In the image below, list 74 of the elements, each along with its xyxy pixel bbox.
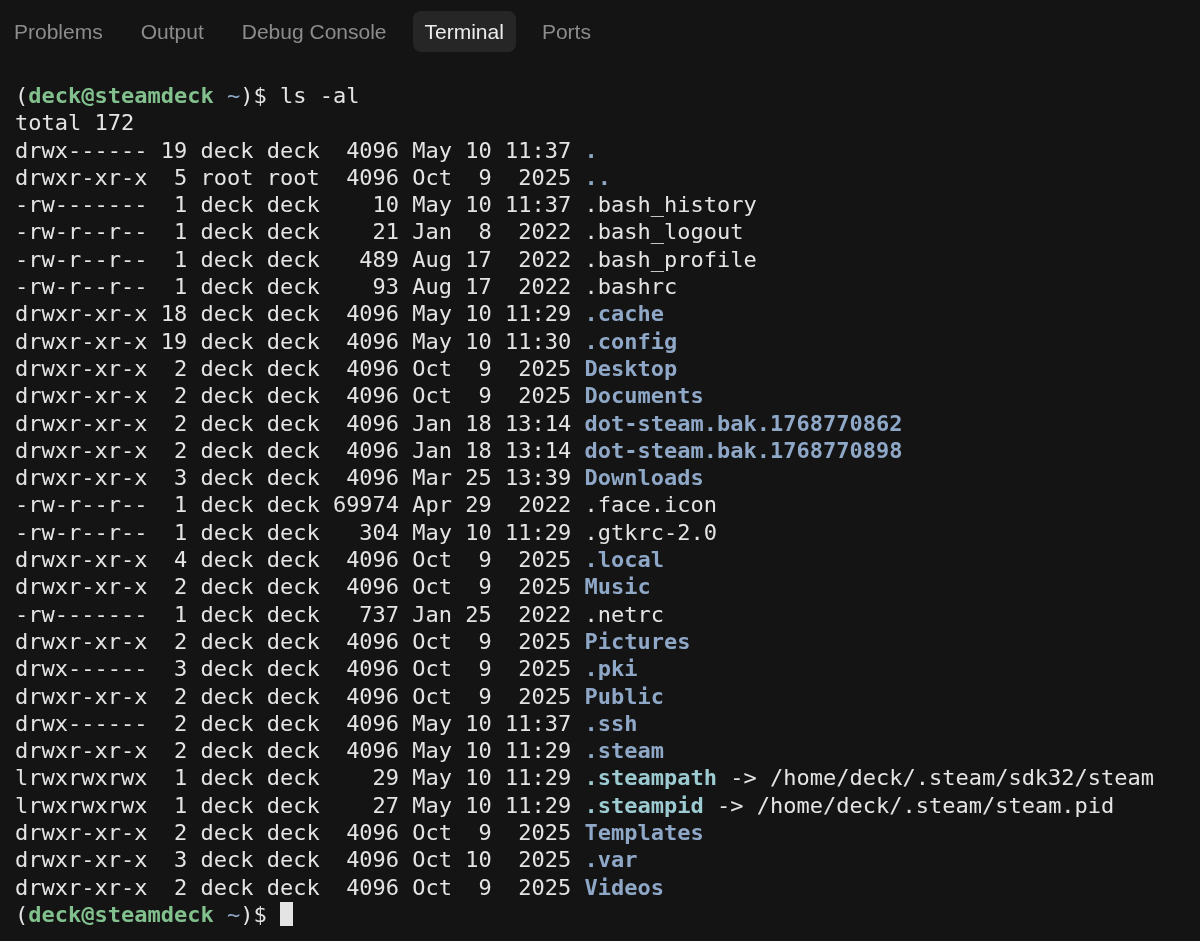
- file-details: drwxr-xr-x 18 deck deck 4096 May 10 11:29: [15, 301, 572, 327]
- file-name: Music: [584, 574, 651, 600]
- file-name: .bash_profile: [584, 246, 757, 272]
- total-line: total 172: [15, 110, 135, 136]
- file-details: drwxr-xr-x 19 deck deck 4096 May 10 11:30: [15, 328, 572, 354]
- prompt-paren: (: [15, 83, 29, 108]
- file-name: .: [584, 137, 598, 163]
- file-name: .local: [584, 547, 665, 573]
- file-details: drwxr-xr-x 2 deck deck 4096 Jan 18 13:14: [15, 437, 572, 463]
- file-name: Pictures: [584, 628, 691, 654]
- text-cursor: [279, 901, 293, 926]
- prompt-directory: ~: [226, 83, 241, 108]
- link-target: -> /home/deck/.steam/sdk32/steam: [730, 765, 1155, 791]
- prompt-user-host: deck@steamdeck: [28, 83, 214, 108]
- prompt-paren: (: [15, 901, 29, 927]
- prompt-symbol: )$: [240, 83, 267, 108]
- file-name: Videos: [584, 874, 665, 900]
- file-name: .steampath: [584, 765, 717, 791]
- file-name: .ssh: [584, 710, 638, 736]
- file-name: .bash_logout: [584, 219, 744, 245]
- file-details: -rw-r--r-- 1 deck deck 93 Aug 17 2022: [15, 274, 572, 300]
- prompt-directory: ~: [226, 901, 241, 927]
- file-details: drwxr-xr-x 2 deck deck 4096 Oct 9 2025: [15, 628, 572, 654]
- file-details: drwx------ 2 deck deck 4096 May 10 11:37: [15, 710, 572, 736]
- file-details: -rw-r--r-- 1 deck deck 489 Aug 17 2022: [15, 246, 572, 272]
- file-details: drwxr-xr-x 2 deck deck 4096 Oct 9 2025: [15, 574, 572, 600]
- panel-tab[interactable]: Debug Console: [229, 11, 399, 52]
- command-text: ls -al: [279, 83, 360, 108]
- panel-tab[interactable]: Output: [128, 11, 216, 52]
- file-details: drwxr-xr-x 3 deck deck 4096 Oct 10 2025: [15, 847, 572, 873]
- file-details: -rw-r--r-- 1 deck deck 21 Jan 8 2022: [15, 219, 572, 245]
- file-details: lrwxrwxrwx 1 deck deck 27 May 10 11:29: [15, 792, 572, 818]
- file-name: .face.icon: [584, 492, 717, 518]
- file-details: drwxr-xr-x 2 deck deck 4096 Oct 9 2025: [15, 874, 572, 900]
- file-name: .pki: [584, 656, 638, 682]
- file-name: dot-steam.bak.1768770862: [584, 410, 903, 436]
- panel-tab[interactable]: Problems: [2, 11, 115, 52]
- file-name: Downloads: [584, 465, 704, 491]
- file-name: .cache: [584, 301, 665, 327]
- file-details: drwxr-xr-x 2 deck deck 4096 Oct 9 2025: [15, 355, 572, 381]
- file-details: drwxr-xr-x 5 root root 4096 Oct 9 2025: [15, 164, 572, 190]
- file-details: drwx------ 19 deck deck 4096 May 10 11:37: [15, 137, 572, 163]
- panel-tab[interactable]: Terminal: [412, 11, 516, 52]
- file-name: .bashrc: [584, 274, 678, 300]
- file-details: -rw-r--r-- 1 deck deck 304 May 10 11:29: [15, 519, 572, 545]
- link-target: -> /home/deck/.steam/steam.pid: [717, 792, 1115, 818]
- file-details: drwx------ 3 deck deck 4096 Oct 9 2025: [15, 656, 572, 682]
- prompt-symbol: )$: [240, 901, 267, 927]
- file-name: Templates: [584, 820, 704, 845]
- file-details: drwxr-xr-x 2 deck deck 4096 Oct 9 2025: [15, 683, 572, 709]
- panel-tab[interactable]: Ports: [529, 11, 603, 52]
- file-name: .netrc: [584, 601, 665, 627]
- file-details: -rw-r--r-- 1 deck deck 69974 Apr 29 2022: [15, 492, 572, 518]
- file-name: .steam: [584, 738, 665, 764]
- file-name: Documents: [584, 383, 704, 409]
- prompt-user-host: deck@steamdeck: [28, 901, 214, 927]
- file-details: drwxr-xr-x 2 deck deck 4096 Oct 9 2025: [15, 383, 572, 409]
- file-name: Desktop: [584, 355, 678, 381]
- file-details: drwxr-xr-x 4 deck deck 4096 Oct 9 2025: [15, 547, 572, 573]
- file-details: -rw------- 1 deck deck 10 May 10 11:37: [15, 192, 572, 218]
- file-name: Public: [584, 683, 665, 709]
- file-name: .config: [584, 328, 678, 354]
- file-name: dot-steam.bak.1768770898: [584, 437, 903, 463]
- file-details: drwxr-xr-x 2 deck deck 4096 Oct 9 2025: [15, 820, 572, 845]
- file-details: drwxr-xr-x 2 deck deck 4096 Jan 18 13:14: [15, 410, 572, 436]
- file-name: .bash_history: [584, 192, 757, 218]
- file-details: -rw------- 1 deck deck 737 Jan 25 2022: [15, 601, 572, 627]
- file-name: .gtkrc-2.0: [584, 519, 717, 545]
- file-name: .steampid: [584, 792, 704, 818]
- file-name: ..: [584, 164, 612, 190]
- file-name: .var: [584, 847, 638, 873]
- file-details: drwxr-xr-x 3 deck deck 4096 Mar 25 13:39: [15, 465, 572, 491]
- file-details: lrwxrwxrwx 1 deck deck 29 May 10 11:29: [15, 765, 572, 791]
- file-details: drwxr-xr-x 2 deck deck 4096 May 10 11:29: [15, 738, 572, 764]
